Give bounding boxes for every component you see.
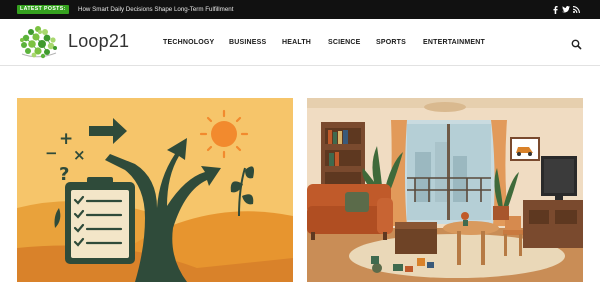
window-icon bbox=[403, 120, 495, 224]
nav-item-entertainment[interactable]: ENTERTAINMENT bbox=[423, 37, 485, 49]
rss-icon[interactable] bbox=[572, 5, 581, 14]
car-picture-icon bbox=[510, 137, 540, 161]
site-header: Loop21 TECHNOLOGY BUSINESS HEALTH SCIENC… bbox=[0, 19, 600, 66]
sofa-icon bbox=[307, 184, 393, 240]
site-logo-icon[interactable] bbox=[16, 24, 60, 60]
nav-item-business[interactable]: BUSINESS bbox=[229, 37, 266, 49]
svg-text:×: × bbox=[73, 146, 86, 164]
toy-chest-icon bbox=[395, 226, 437, 254]
svg-text:+: + bbox=[59, 129, 73, 149]
checklist-clipboard-icon bbox=[65, 177, 135, 264]
svg-text:?: ? bbox=[59, 164, 69, 185]
nav-item-sports[interactable]: SPORTS bbox=[376, 37, 406, 49]
facebook-icon[interactable] bbox=[551, 5, 560, 14]
top-bar: LATEST POSTS: How Smart Daily Decisions … bbox=[0, 0, 600, 19]
tv-icon bbox=[541, 156, 577, 202]
article-card-living-room-image[interactable] bbox=[307, 98, 583, 282]
search-icon[interactable] bbox=[571, 37, 582, 50]
nav-item-science[interactable]: SCIENCE bbox=[328, 37, 361, 49]
site-title[interactable]: Loop21 bbox=[68, 30, 129, 52]
ceiling-lamp-icon bbox=[424, 102, 466, 112]
nav-item-health[interactable]: HEALTH bbox=[282, 37, 311, 49]
twitter-icon[interactable] bbox=[561, 5, 570, 14]
ticker-headline-link[interactable]: How Smart Daily Decisions Shape Long-Ter… bbox=[78, 5, 233, 14]
nav-item-technology[interactable]: TECHNOLOGY bbox=[163, 37, 214, 49]
article-card-decision-image[interactable]: + − × ? bbox=[17, 98, 293, 282]
svg-text:−: − bbox=[45, 144, 58, 162]
latest-posts-badge: LATEST POSTS: bbox=[17, 5, 69, 14]
